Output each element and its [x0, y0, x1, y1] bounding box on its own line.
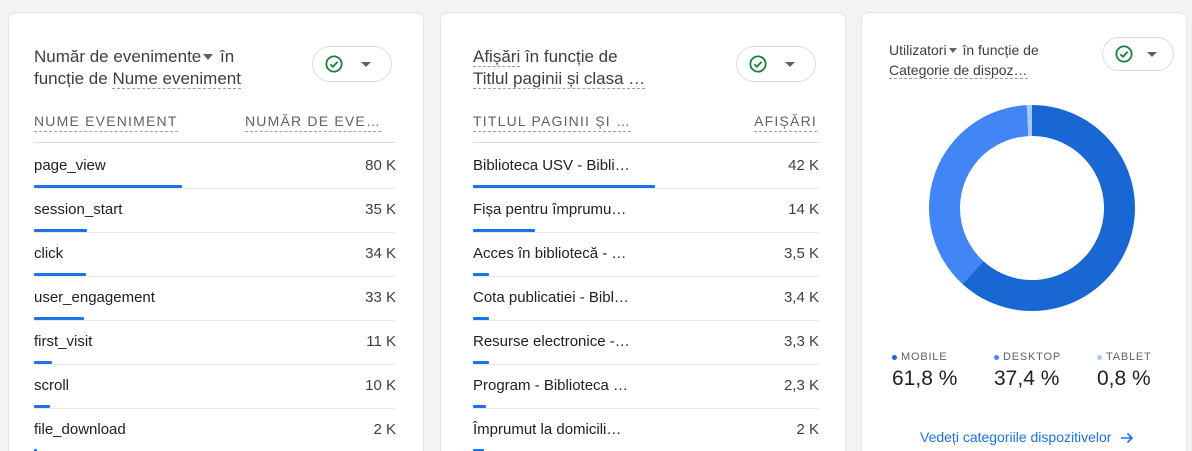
- table-row[interactable]: Resurse electronice -… 3,3 K: [473, 321, 819, 365]
- row-value: 34 K: [365, 245, 396, 262]
- table-row[interactable]: Program - Biblioteca … 2,3 K: [473, 365, 819, 409]
- header-divider: [34, 142, 396, 143]
- users-card: Utilizatori în funcție de Categorie de d…: [861, 12, 1187, 451]
- legend-percent: 61,8 %: [892, 367, 958, 390]
- row-value: 3,4 K: [783, 289, 819, 306]
- row-label: page_view: [34, 157, 106, 174]
- table-row[interactable]: Fișa pentru împrumu… 14 K: [473, 189, 819, 233]
- table-row[interactable]: Acces în bibliotecă - … 3,5 K: [473, 233, 819, 277]
- legend-dot: [1097, 354, 1102, 360]
- col-header-name[interactable]: NUME EVENIMENT: [34, 113, 178, 132]
- table-row[interactable]: page_view 80 K: [34, 145, 396, 189]
- metric-label: Utilizatori: [889, 42, 947, 58]
- row-value: 42 K: [788, 157, 819, 174]
- table-row[interactable]: scroll 10 K: [34, 365, 396, 409]
- row-label: Program - Biblioteca …: [473, 377, 629, 394]
- check-circle-icon: [749, 55, 767, 73]
- metric-caret-icon[interactable]: [948, 47, 957, 53]
- dimension-label[interactable]: Titlul paginii și clasa …: [473, 69, 646, 89]
- row-label: user_engagement: [34, 289, 155, 306]
- row-value: 80 K: [365, 157, 396, 174]
- table-row[interactable]: session_start 35 K: [34, 189, 396, 233]
- row-value: 2,3 K: [783, 377, 819, 394]
- legend-dot: [892, 354, 897, 360]
- row-label: Împrumut la domicili…: [473, 421, 622, 438]
- legend-percent: 0,8 %: [1097, 367, 1151, 390]
- row-label: Cota publicatiei - Bibl…: [473, 289, 629, 306]
- row-value: 10 K: [365, 377, 396, 394]
- donut-slice-desktop[interactable]: [929, 105, 1029, 284]
- pages-card-title: Afișări în funcție de Titlul paginii și …: [473, 47, 646, 89]
- row-value: 2 K: [796, 421, 819, 438]
- caret-down-icon: [785, 62, 795, 67]
- row-value: 33 K: [365, 289, 396, 306]
- row-label: Biblioteca USV - Bibli…: [473, 157, 630, 174]
- table-row[interactable]: file_download 2 K: [34, 409, 396, 451]
- table-row[interactable]: Împrumut la domicili… 2 K: [473, 409, 819, 451]
- legend-percent: 37,4 %: [994, 367, 1060, 390]
- dimension-label[interactable]: Nume eveniment: [112, 69, 241, 89]
- row-label: file_download: [34, 421, 126, 438]
- legend-item-mobile: MOBILE 61,8 %: [892, 351, 957, 391]
- status-dropdown-button[interactable]: [1102, 37, 1174, 71]
- view-device-categories-link[interactable]: Vedeți categoriile dispozitivelor: [920, 429, 1134, 445]
- device-donut-chart: [929, 105, 1135, 311]
- dimension-label[interactable]: Categorie de dispoz…: [889, 62, 1028, 79]
- table-row[interactable]: first_visit 11 K: [34, 321, 396, 365]
- header-divider: [473, 142, 819, 143]
- row-label: Fișa pentru împrumu…: [473, 201, 627, 218]
- col-header-value[interactable]: NUMĂR DE EVE…: [245, 113, 382, 132]
- legend-label: MOBILE: [901, 351, 948, 363]
- caret-down-icon: [1147, 52, 1157, 57]
- metric-label: Număr de evenimente: [34, 47, 202, 66]
- row-label: session_start: [34, 201, 123, 218]
- legend-item-desktop: DESKTOP 37,4 %: [994, 351, 1061, 391]
- events-card: Număr de evenimente în funcție de Nume e…: [8, 12, 424, 451]
- check-circle-icon: [325, 55, 343, 73]
- row-value: 3,5 K: [783, 245, 819, 262]
- table-row[interactable]: user_engagement 33 K: [34, 277, 396, 321]
- status-dropdown-button[interactable]: [736, 46, 816, 82]
- table-row[interactable]: Cota publicatiei - Bibl… 3,4 K: [473, 277, 819, 321]
- row-value: 3,3 K: [783, 333, 819, 350]
- row-label: Acces în bibliotecă - …: [473, 245, 627, 262]
- row-value: 2 K: [373, 421, 396, 438]
- users-card-title: Utilizatori în funcție de Categorie de d…: [889, 42, 1039, 79]
- legend-label: DESKTOP: [1003, 351, 1061, 363]
- col-header-value[interactable]: AFIȘĂRI: [754, 113, 817, 132]
- pages-card: Afișări în funcție de Titlul paginii și …: [440, 12, 846, 451]
- row-value: 14 K: [788, 201, 819, 218]
- row-label: click: [34, 245, 64, 262]
- check-circle-icon: [1115, 45, 1133, 63]
- legend-item-tablet: TABLET 0,8 %: [1097, 351, 1152, 391]
- events-card-title: Număr de evenimente în funcție de Nume e…: [34, 47, 241, 89]
- arrow-right-icon: [1121, 433, 1134, 444]
- metric-label[interactable]: Afișări: [473, 47, 521, 67]
- table-row[interactable]: Biblioteca USV - Bibli… 42 K: [473, 145, 819, 189]
- legend-label: TABLET: [1106, 351, 1152, 363]
- metric-caret-icon[interactable]: [203, 53, 214, 60]
- col-header-name[interactable]: TITLUL PAGINII ȘI …: [473, 113, 632, 132]
- row-label: scroll: [34, 377, 70, 394]
- row-label: Resurse electronice -…: [473, 333, 630, 350]
- legend-dot: [994, 354, 999, 360]
- status-dropdown-button[interactable]: [312, 46, 392, 82]
- row-value: 11 K: [366, 333, 396, 350]
- caret-down-icon: [361, 62, 371, 67]
- table-row[interactable]: click 34 K: [34, 233, 396, 277]
- row-value: 35 K: [365, 201, 396, 218]
- row-label: first_visit: [34, 333, 93, 350]
